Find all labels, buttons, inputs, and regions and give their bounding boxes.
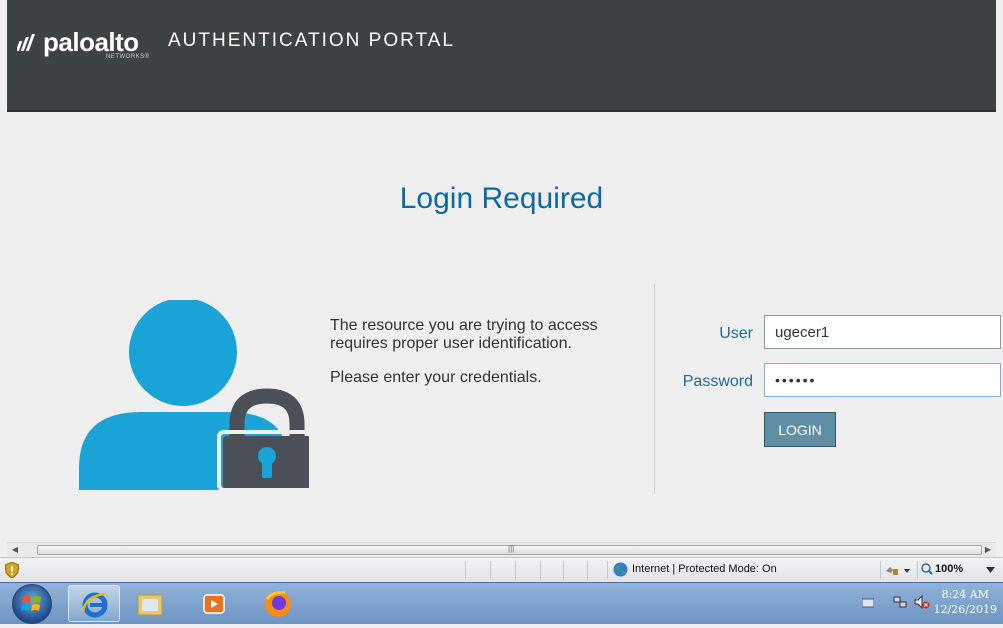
login-message: The resource you are trying to access re…	[330, 317, 600, 403]
scroll-right-arrow-icon[interactable]: ▶	[980, 543, 996, 557]
taskbar-firefox[interactable]	[252, 585, 304, 622]
folder-icon	[137, 594, 163, 616]
clock-date: 12/26/2019	[933, 603, 997, 616]
taskbar-file-explorer[interactable]	[124, 585, 176, 622]
login-button[interactable]: LOGIN	[764, 412, 836, 447]
user-lock-icon	[79, 300, 309, 490]
windows-taskbar: 8:24 AM 12/26/2019	[0, 582, 1003, 624]
taskbar-clock[interactable]: 8:24 AM 12/26/2019	[934, 587, 997, 617]
scroll-grip-icon: |||	[508, 544, 515, 553]
browser-statusbar: Internet | Protected Mode: On 100%	[0, 557, 1003, 582]
firefox-icon	[265, 591, 291, 617]
statusbar-separator	[515, 561, 516, 579]
internet-explorer-icon	[81, 592, 108, 618]
password-input[interactable]	[764, 363, 1001, 397]
password-label: Password	[682, 373, 753, 390]
zoom-dropdown-icon[interactable]	[986, 567, 995, 573]
logo-subtitle: NETWORKS®	[106, 54, 150, 60]
taskbar-internet-explorer[interactable]	[68, 585, 120, 622]
statusbar-separator	[540, 561, 541, 579]
horizontal-scrollbar[interactable]: ◀ ||| ▶	[7, 542, 996, 557]
globe-icon	[613, 562, 628, 577]
statusbar-separator	[917, 561, 918, 579]
statusbar-separator	[563, 561, 564, 579]
portal-title: AUTHENTICATION PORTAL	[168, 30, 455, 51]
page-title: Login Required	[399, 182, 604, 215]
portal-header: paloalto NETWORKS® AUTHENTICATION PORTAL	[7, 0, 996, 112]
zoom-icon[interactable]	[921, 563, 933, 575]
statusbar-separator	[465, 561, 466, 579]
message-credentials: Please enter your credentials.	[330, 369, 542, 386]
statusbar-separator	[880, 561, 881, 579]
security-shield-icon[interactable]	[5, 562, 19, 578]
clock-time: 8:24 AM	[941, 588, 989, 601]
network-icon[interactable]	[893, 595, 907, 609]
windows-logo-icon	[21, 596, 41, 611]
logo-wordmark: paloalto	[43, 27, 139, 57]
statusbar-separator	[587, 561, 588, 579]
zoom-level[interactable]: 100%	[935, 563, 963, 575]
protected-mode-icon[interactable]	[884, 563, 914, 577]
keyboard-icon[interactable]	[862, 598, 874, 608]
start-button[interactable]	[12, 584, 52, 624]
scrollbar-thumb[interactable]: |||	[37, 544, 982, 555]
security-zone-text[interactable]: Internet | Protected Mode: On	[632, 563, 777, 575]
main-content: Login Required The resource you are tryi…	[7, 112, 1001, 542]
statusbar-separator	[607, 561, 608, 579]
message-resource: The resource you are trying to access re…	[330, 317, 598, 352]
volume-muted-icon[interactable]	[914, 595, 930, 609]
taskbar-media-player[interactable]	[188, 585, 240, 622]
user-label: User	[719, 325, 753, 342]
statusbar-separator	[490, 561, 491, 579]
paloalto-logo-mark-icon	[17, 34, 35, 51]
scroll-left-arrow-icon[interactable]: ◀	[7, 543, 23, 557]
media-player-icon	[203, 594, 225, 614]
user-input[interactable]	[764, 315, 1001, 349]
